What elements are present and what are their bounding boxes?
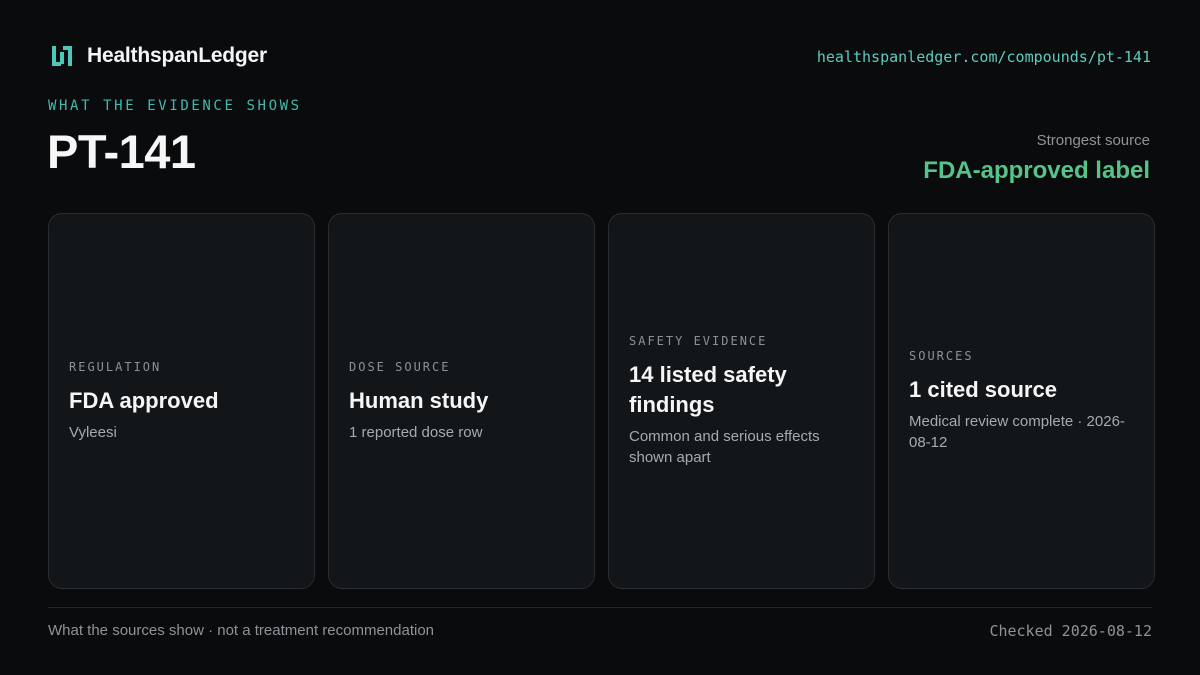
strongest-source-label: Strongest source <box>1036 132 1150 149</box>
card-sources: SOURCES 1 cited source Medical review co… <box>888 213 1155 589</box>
evidence-summary-page: HealthspanLedger healthspanledger.com/co… <box>0 0 1200 675</box>
card-subtext: Vyleesi <box>69 423 117 441</box>
card-value: 1 cited source <box>909 377 1057 402</box>
section-eyebrow: WHAT THE EVIDENCE SHOWS <box>48 98 302 114</box>
card-label: REGULATION <box>69 359 162 374</box>
footer-divider <box>48 607 1152 608</box>
page-title: PT-141 <box>47 125 196 178</box>
card-subtext: 1 reported dose row <box>349 423 483 441</box>
card-value: Human study <box>349 387 489 413</box>
footer-disclaimer: What the sources show · not a treatment … <box>48 622 435 639</box>
card-label: DOSE SOURCE <box>349 359 451 374</box>
page-url[interactable]: healthspanledger.com/compounds/pt-141 <box>817 48 1151 66</box>
brand[interactable]: HealthspanLedger <box>50 44 267 68</box>
card-safety-evidence: SAFETY EVIDENCE 14 listed safety finding… <box>608 213 875 589</box>
evidence-cards: REGULATION FDA approved Vyleesi DOSE SOU… <box>48 213 1155 589</box>
strongest-source-value: FDA-approved label <box>923 157 1150 184</box>
card-label: SAFETY EVIDENCE <box>629 334 768 348</box>
card-regulation: REGULATION FDA approved Vyleesi <box>48 213 315 589</box>
brand-name: HealthspanLedger <box>87 44 268 67</box>
card-value: 14 listed safety findings <box>629 362 787 417</box>
card-label: SOURCES <box>909 349 974 363</box>
ledger-h-icon <box>52 46 72 66</box>
card-value: FDA approved <box>69 387 219 413</box>
card-subtext: Common and serious effects shown apart <box>629 428 820 466</box>
card-subtext: Medical review complete · 2026-08-12 <box>909 413 1125 451</box>
checked-date: Checked 2026-08-12 <box>989 622 1152 640</box>
strongest-source: Strongest source FDA-approved label <box>923 132 1150 185</box>
card-dose-source: DOSE SOURCE Human study 1 reported dose … <box>328 213 595 589</box>
